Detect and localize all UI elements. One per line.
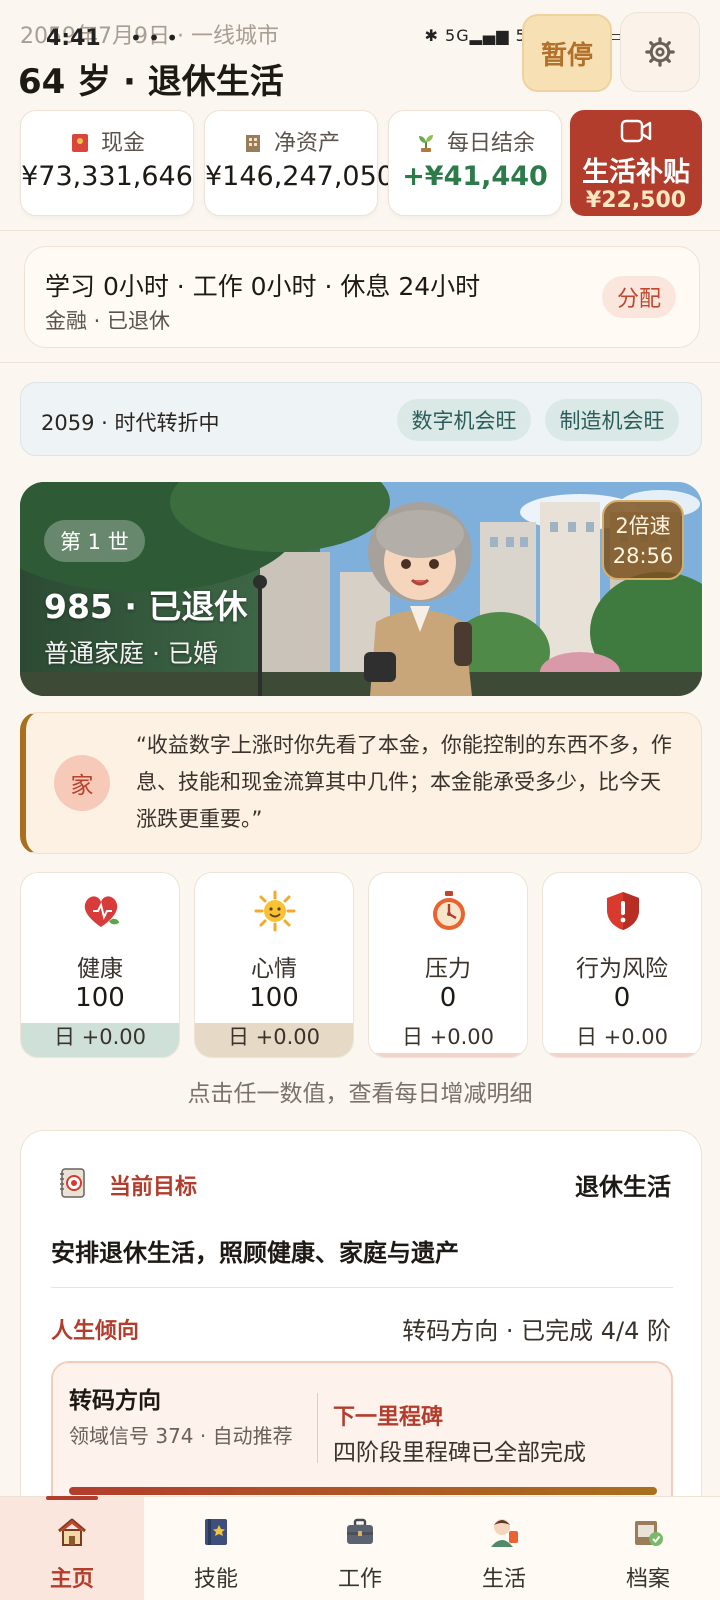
archive-icon bbox=[635, 1521, 663, 1546]
gear-icon bbox=[645, 37, 675, 67]
meter-value: 100 bbox=[249, 983, 299, 1013]
cash-stat-card[interactable]: 现金 ¥73,331,646 bbox=[20, 110, 194, 216]
family-quote-card: 家 “收益数字上涨时你先看了本金，你能控制的东西不多，作息、技能和现金流算其中几… bbox=[20, 712, 702, 854]
age-status-title: 64 岁 · 退休生活 bbox=[18, 62, 284, 102]
meter-label: 健康 bbox=[77, 956, 123, 982]
bottom-nav: 主页 技能 工作 生活 档案 bbox=[0, 1496, 720, 1600]
speed-timer-button[interactable]: 2倍速 28:56 bbox=[602, 500, 684, 580]
speed-label: 2倍速 bbox=[615, 514, 671, 538]
meter-label: 心情 bbox=[251, 956, 297, 982]
tendency-value: 转码方向 · 已完成 4/4 阶 bbox=[402, 1317, 671, 1345]
daily-balance-stat-card[interactable]: 每日结余 +¥41,440 bbox=[388, 110, 562, 216]
nav-label: 生活 bbox=[481, 1567, 526, 1592]
milestone-progress-bar bbox=[69, 1487, 657, 1495]
direction-subtitle: 领域信号 374 · 自动推荐 bbox=[69, 1424, 293, 1448]
era-bar: 2059 · 时代转折中 数字机会旺 制造机会旺 bbox=[20, 382, 702, 456]
schedule-card[interactable]: 学习 0小时 · 工作 0小时 · 休息 24小时 金融 · 已退休 bbox=[24, 246, 700, 348]
stress-meter[interactable]: 压力 0 日 +0.00 bbox=[368, 872, 528, 1058]
meter-daily-change: 日 +0.00 bbox=[227, 1025, 321, 1049]
daily-balance-label: 每日结余 bbox=[446, 131, 535, 156]
red-envelope-icon bbox=[71, 134, 88, 152]
heart-icon bbox=[84, 896, 119, 927]
net-assets-label: 净资产 bbox=[273, 131, 340, 156]
status-time: 4:41 bbox=[46, 26, 101, 51]
era-chip-digital[interactable]: 数字机会旺 bbox=[397, 399, 531, 441]
pause-button[interactable]: 暂停 bbox=[522, 14, 612, 92]
character-hero-card[interactable]: 第 1 世 985 · 已退休 普通家庭 · 已婚 2倍速 28:56 bbox=[20, 482, 702, 696]
goal-label: 当前目标 bbox=[109, 1175, 198, 1200]
meter-hint: 点击任一数值，查看每日增减明细 bbox=[187, 1081, 533, 1107]
nav-skills[interactable]: 技能 bbox=[144, 1497, 288, 1600]
home-icon bbox=[58, 1518, 86, 1546]
schedule-hours: 学习 0小时 · 工作 0小时 · 休息 24小时 bbox=[45, 272, 481, 301]
nav-label: 档案 bbox=[625, 1567, 670, 1592]
meter-value: 0 bbox=[613, 983, 631, 1013]
meter-label: 行为风险 bbox=[576, 956, 668, 982]
briefcase-icon bbox=[347, 1518, 373, 1544]
sun-icon bbox=[254, 890, 296, 932]
era-text: 2059 · 时代转折中 bbox=[41, 411, 220, 435]
assign-button[interactable]: 分配 bbox=[602, 276, 676, 318]
subsidy-amount: ¥22,500 bbox=[585, 188, 687, 213]
cash-value: ¥73,331,646 bbox=[21, 161, 193, 192]
meter-value: 0 bbox=[439, 983, 457, 1013]
sprout-icon bbox=[418, 135, 433, 152]
video-icon bbox=[620, 119, 652, 143]
goal-status: 退休生活 bbox=[575, 1173, 671, 1201]
speed-timer: 28:56 bbox=[612, 544, 674, 568]
nav-label: 技能 bbox=[193, 1567, 238, 1592]
living-subsidy-button[interactable]: 生活补贴 ¥22,500 bbox=[570, 110, 702, 216]
settings-button[interactable] bbox=[620, 12, 700, 92]
status-bar: 2059年7月9日 · 一线城市 4:41 • • • ✱ 5G▂▄▆ 5G▂▄… bbox=[0, 0, 720, 51]
meter-value: 100 bbox=[75, 983, 125, 1013]
family-badge: 家 bbox=[54, 755, 110, 811]
divider bbox=[317, 1393, 318, 1463]
nav-work[interactable]: 工作 bbox=[288, 1497, 432, 1600]
divider bbox=[51, 1287, 673, 1288]
nav-life[interactable]: 生活 bbox=[432, 1497, 576, 1600]
daily-balance-value: +¥41,440 bbox=[402, 161, 548, 192]
next-milestone-label: 下一里程碑 bbox=[333, 1405, 444, 1430]
life-person-icon bbox=[491, 1519, 518, 1547]
stopwatch-icon bbox=[433, 891, 465, 930]
meter-daily-change: 日 +0.00 bbox=[575, 1025, 669, 1049]
goal-notebook-icon bbox=[60, 1168, 85, 1198]
shield-alert-icon bbox=[607, 892, 639, 930]
life-number-badge: 第 1 世 bbox=[44, 520, 145, 562]
meter-daily-change: 日 +0.00 bbox=[401, 1025, 495, 1049]
hero-title: 985 · 已退休 bbox=[44, 587, 248, 626]
cash-label: 现金 bbox=[100, 131, 145, 156]
mood-meter[interactable]: 心情 100 日 +0.00 bbox=[194, 872, 354, 1058]
hero-subtitle: 普通家庭 · 已婚 bbox=[44, 639, 218, 668]
building-icon bbox=[245, 135, 260, 152]
nav-label: 主页 bbox=[49, 1567, 94, 1592]
schedule-career: 金融 · 已退休 bbox=[45, 309, 171, 333]
tendency-label: 人生倾向 bbox=[51, 1319, 140, 1344]
meter-fill bbox=[369, 1053, 527, 1057]
nav-home[interactable]: 主页 bbox=[0, 1497, 144, 1600]
behavior-risk-meter[interactable]: 行为风险 0 日 +0.00 bbox=[542, 872, 702, 1058]
goal-description: 安排退休生活，照顾健康、家庭与遗产 bbox=[51, 1239, 459, 1267]
health-meter[interactable]: 健康 100 日 +0.00 bbox=[20, 872, 180, 1058]
nav-archive[interactable]: 档案 bbox=[576, 1497, 720, 1600]
era-chip-manufacturing[interactable]: 制造机会旺 bbox=[545, 399, 679, 441]
quote-text: “收益数字上涨时你先看了本金，你能控制的东西不多，作息、技能和现金流算其中几件；… bbox=[136, 733, 672, 831]
next-milestone-value: 四阶段里程碑已全部完成 bbox=[333, 1440, 586, 1466]
nav-label: 工作 bbox=[337, 1567, 382, 1592]
active-tab-indicator bbox=[46, 1496, 98, 1500]
meter-daily-change: 日 +0.00 bbox=[53, 1025, 147, 1049]
meter-fill bbox=[543, 1053, 701, 1057]
meter-label: 压力 bbox=[425, 956, 471, 982]
notification-dots: • • • bbox=[130, 26, 179, 50]
net-assets-stat-card[interactable]: 净资产 ¥146,247,050 bbox=[204, 110, 394, 216]
subsidy-title: 生活补贴 bbox=[582, 157, 690, 188]
divider bbox=[0, 230, 720, 231]
net-assets-value: ¥146,247,050 bbox=[205, 161, 394, 192]
direction-title: 转码方向 bbox=[69, 1388, 161, 1414]
divider bbox=[0, 362, 720, 363]
skill-book-icon bbox=[205, 1519, 227, 1545]
